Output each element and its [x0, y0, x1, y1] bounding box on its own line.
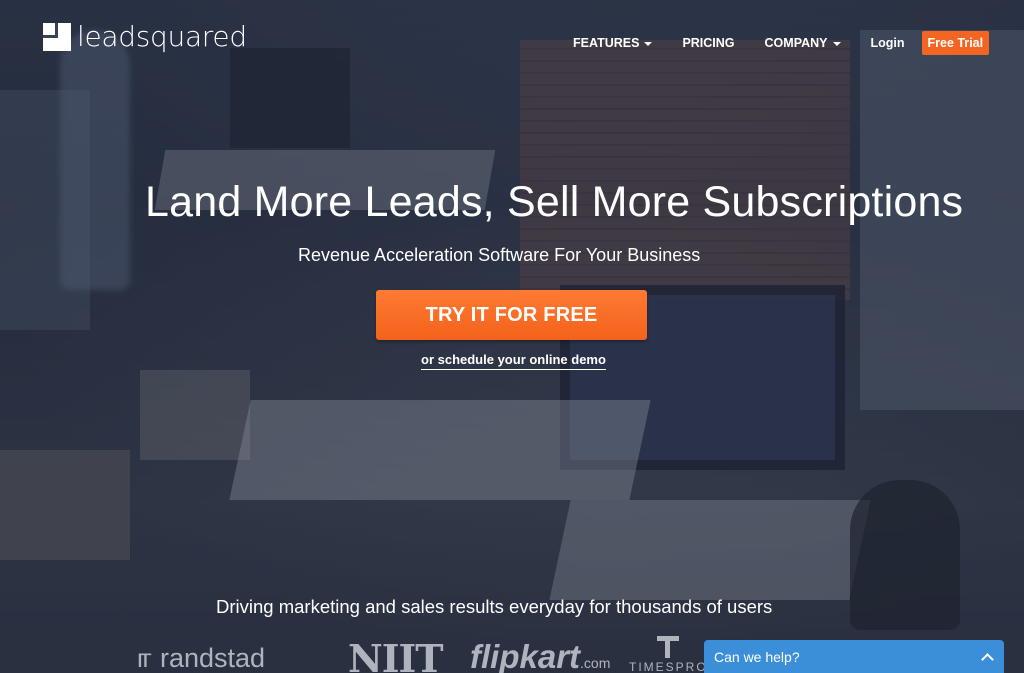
login-label: Login: [870, 36, 905, 50]
flipkart-wordmark: flipkart: [470, 638, 581, 673]
randstad-mark-icon: гг: [137, 643, 152, 673]
free-trial-button[interactable]: Free Trial: [921, 31, 990, 55]
flipkart-logo: flipkart.com: [470, 638, 610, 673]
randstad-logo: гг randstad: [137, 643, 265, 673]
hero-subtitle: Revenue Acceleration Software For Your B…: [298, 245, 701, 265]
brand-logo[interactable]: leadsquared: [43, 20, 247, 53]
try-it-free-button[interactable]: TRY IT FOR FREE: [376, 290, 647, 340]
clients-tagline: Driving marketing and sales results ever…: [216, 596, 773, 617]
schedule-demo-link[interactable]: or schedule your online demo: [421, 352, 606, 370]
timespro-logo: TIMESPRO: [629, 636, 708, 673]
flipkart-suffix: .com: [580, 655, 611, 671]
main-nav: FEATURES PRICING COMPANY Login Free Tria…: [573, 31, 990, 55]
login-link[interactable]: Login: [871, 36, 905, 50]
nav-pricing[interactable]: PRICING: [682, 36, 734, 50]
nav-features[interactable]: FEATURES: [573, 36, 653, 50]
chat-widget-bar[interactable]: Can we help?: [704, 640, 1004, 673]
hero-title: Land More Leads, Sell More Subscriptions: [145, 178, 964, 226]
nav-pricing-label: PRICING: [682, 36, 735, 50]
nav-company[interactable]: COMPANY: [765, 36, 841, 50]
timespro-wordmark: TIMESPRO: [629, 660, 708, 673]
leadsquared-logo-icon: [43, 22, 71, 51]
randstad-wordmark: randstad: [159, 643, 266, 673]
timespro-mark-icon: [657, 636, 680, 658]
niit-logo: NIIT: [348, 636, 444, 673]
nav-features-label: FEATURES: [573, 36, 640, 50]
landing-page: leadsquared FEATURES PRICING COMPANY Log…: [0, 0, 1024, 673]
caret-down-icon: [644, 41, 653, 46]
caret-down-icon: [832, 41, 841, 46]
nav-company-label: COMPANY: [764, 36, 828, 50]
logo-wordmark: leadsquared: [77, 20, 247, 53]
chat-label: Can we help?: [714, 648, 800, 665]
chevron-up-icon[interactable]: [981, 652, 994, 666]
